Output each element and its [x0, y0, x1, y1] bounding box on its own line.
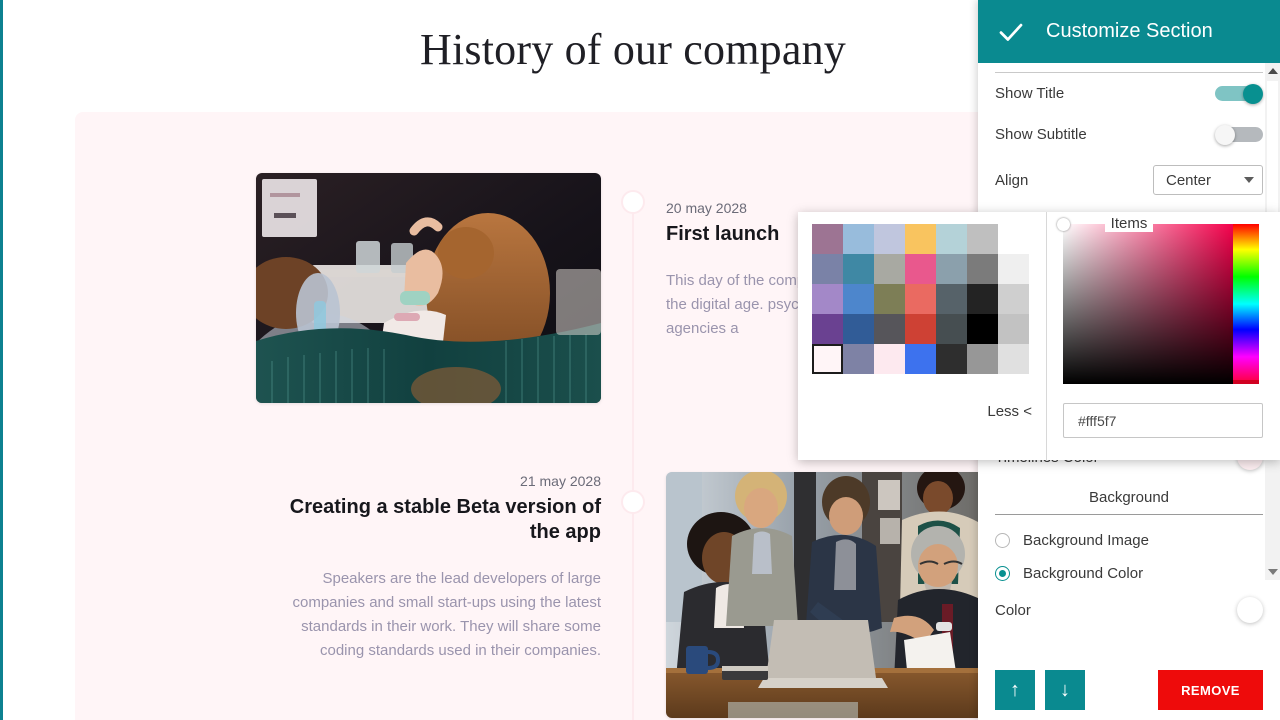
- color-swatch[interactable]: [874, 344, 905, 374]
- hue-slider[interactable]: [1233, 224, 1259, 384]
- color-swatch[interactable]: [905, 224, 936, 254]
- color-swatch[interactable]: [874, 314, 905, 344]
- show-title-toggle[interactable]: [1215, 83, 1263, 104]
- color-swatch[interactable]: [936, 284, 967, 314]
- chevron-down-icon: [1244, 177, 1254, 183]
- timeline-dot-1: [621, 190, 645, 214]
- timeline-card-2-body: Speakers are the lead developers of larg…: [292, 570, 602, 659]
- background-caption: Background: [1082, 489, 1176, 506]
- color-picker-spectrum-pane: #fff5f7: [1047, 212, 1280, 460]
- timeline-vertical-line: [632, 196, 634, 720]
- color-picker-palette-pane: Less <: [798, 212, 1046, 460]
- color-swatch[interactable]: [998, 254, 1029, 284]
- color-swatch[interactable]: [936, 254, 967, 284]
- toggle-knob: [1243, 83, 1263, 104]
- color-swatch[interactable]: [843, 344, 874, 374]
- color-swatch[interactable]: [936, 224, 967, 254]
- color-swatch[interactable]: [843, 224, 874, 254]
- color-swatch[interactable]: [998, 284, 1029, 314]
- background-color-swatch[interactable]: [1237, 597, 1263, 623]
- color-swatch-grid[interactable]: [812, 224, 1032, 374]
- color-swatch[interactable]: [812, 314, 843, 344]
- show-subtitle-row: Show Subtitle: [995, 114, 1263, 155]
- scroll-up-arrow-icon[interactable]: [1265, 63, 1280, 79]
- background-color-option[interactable]: Background Color: [995, 557, 1263, 590]
- color-swatch[interactable]: [905, 254, 936, 284]
- color-swatch[interactable]: [874, 284, 905, 314]
- background-image-radio[interactable]: [995, 533, 1010, 548]
- move-down-button[interactable]: ↓: [1045, 670, 1085, 710]
- color-swatch[interactable]: [812, 344, 843, 374]
- color-swatch[interactable]: [936, 344, 967, 374]
- saturation-handle[interactable]: [1057, 218, 1070, 231]
- timeline-card-2[interactable]: 21 may 2028 Creating a stable Beta versi…: [256, 473, 601, 720]
- background-color-label: Background Color: [1023, 565, 1144, 582]
- show-subtitle-toggle[interactable]: [1215, 124, 1263, 145]
- color-swatch[interactable]: [843, 314, 874, 344]
- hue-slider-handle[interactable]: [1233, 380, 1259, 384]
- color-swatch[interactable]: [905, 284, 936, 314]
- background-color-radio[interactable]: [995, 566, 1010, 581]
- hex-input[interactable]: #fff5f7: [1063, 403, 1263, 438]
- panel-title: Customize Section: [1046, 20, 1213, 42]
- items-caption: Items: [1104, 215, 1154, 232]
- align-label: Align: [995, 171, 1029, 189]
- color-swatch[interactable]: [998, 344, 1029, 374]
- color-swatch[interactable]: [874, 254, 905, 284]
- color-swatch[interactable]: [967, 284, 998, 314]
- conference-audience-image: [256, 173, 601, 403]
- color-swatch[interactable]: [843, 284, 874, 314]
- color-swatch[interactable]: [998, 314, 1029, 344]
- timeline-card-2-heading: Creating a stable Beta version of the ap…: [289, 496, 601, 543]
- scroll-down-arrow-icon[interactable]: [1265, 564, 1280, 580]
- move-up-button[interactable]: ↑: [995, 670, 1035, 710]
- toggle-knob: [1215, 124, 1235, 145]
- panel-footer: ↑ ↓ REMOVE: [978, 660, 1280, 720]
- color-swatch[interactable]: [905, 314, 936, 344]
- color-swatch[interactable]: [812, 254, 843, 284]
- color-swatch[interactable]: [936, 314, 967, 344]
- color-swatch[interactable]: [905, 344, 936, 374]
- align-select-value: Center: [1166, 171, 1212, 189]
- show-subtitle-label: Show Subtitle: [995, 126, 1087, 143]
- saturation-value-box[interactable]: [1057, 218, 1233, 384]
- timeline-image-1[interactable]: [256, 173, 601, 403]
- color-swatch[interactable]: [843, 254, 874, 284]
- background-image-option[interactable]: Background Image: [995, 524, 1263, 557]
- color-swatch[interactable]: [812, 284, 843, 314]
- color-row: Color: [995, 590, 1263, 630]
- color-picker-popover[interactable]: Less < #fff5f7: [798, 212, 1280, 460]
- color-swatch[interactable]: [967, 224, 998, 254]
- color-swatch[interactable]: [967, 344, 998, 374]
- business-meeting-image: [666, 472, 984, 718]
- color-swatch[interactable]: [967, 254, 998, 284]
- background-divider: [995, 514, 1263, 515]
- align-select[interactable]: Center: [1153, 165, 1263, 195]
- color-swatch[interactable]: [967, 314, 998, 344]
- show-title-row: Show Title: [995, 73, 1263, 114]
- background-image-label: Background Image: [1023, 532, 1149, 549]
- timeline-card-2-date: 21 may 2028: [520, 473, 601, 489]
- color-swatch[interactable]: [874, 224, 905, 254]
- color-swatch[interactable]: [998, 224, 1029, 254]
- align-row: Align Center: [995, 155, 1263, 205]
- timeline-dot-2: [621, 490, 645, 514]
- panel-header: Customize Section: [978, 0, 1280, 63]
- timeline-image-2[interactable]: [666, 472, 984, 718]
- less-toggle-link[interactable]: Less <: [987, 403, 1032, 420]
- show-title-label: Show Title: [995, 85, 1065, 102]
- remove-button[interactable]: REMOVE: [1158, 670, 1263, 710]
- background-caption-wrap: Background: [995, 489, 1263, 515]
- check-icon[interactable]: [996, 17, 1026, 47]
- color-swatch[interactable]: [812, 224, 843, 254]
- color-label: Color: [995, 601, 1031, 619]
- screen-root: History of our company 20 may 2028 First…: [0, 0, 1280, 720]
